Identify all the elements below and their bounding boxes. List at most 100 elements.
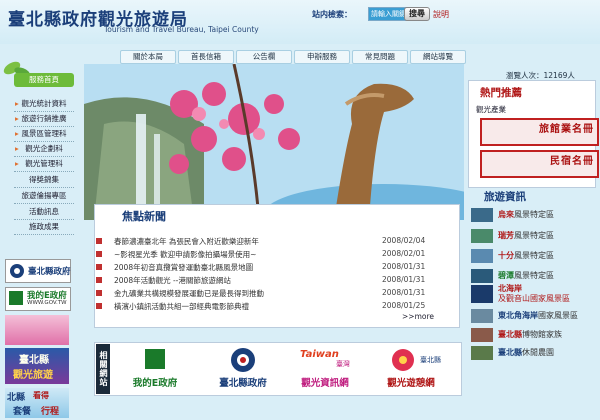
news-title: 焦點新聞 (122, 210, 166, 223)
related-tourism-link[interactable]: Taiwan 臺灣 觀光資訊網 (290, 347, 360, 391)
news-item-date: 2008/02/01 (382, 249, 426, 258)
county-logo-icon (10, 264, 24, 278)
egov-icon (145, 349, 165, 369)
news-bullet-icon (96, 277, 102, 283)
sidebar-header[interactable]: 服務首頁 (14, 73, 74, 87)
travel-item-highlight: 北海岸 (498, 284, 522, 293)
travel-item[interactable]: 臺北縣休閒農園 (468, 345, 598, 362)
news-item[interactable]: 2008年初音真攬賞發運動臺北縣風景地圖 2008/01/31 (96, 262, 458, 274)
news-item[interactable]: 2008年活動觀光 --港關節旅遊網站 2008/01/31 (96, 275, 458, 287)
sidebar-item-travel-zone[interactable]: 旅遊倫揚專區 (14, 190, 74, 204)
related-county-link[interactable]: 臺北縣政府 (208, 347, 278, 391)
north-line1: 北縣 (7, 393, 26, 403)
related-egov-label: 我的E政府 (132, 378, 178, 389)
county-gov-banner-label: 臺北縣政府 (28, 267, 71, 277)
travel-item-rest: 休閒農園 (522, 348, 554, 357)
recreation-small: 臺北縣 (420, 356, 441, 364)
taipei-tour-banner[interactable]: 臺北縣 觀光旅遊 (5, 348, 69, 384)
news-item-text[interactable]: ~影視星光季 歡迎申請影像拍攝場景使用~ (114, 249, 256, 260)
hero-scenery-image (84, 64, 464, 220)
sidebar-item-marketing[interactable]: 旅遊行銷推廣 (14, 113, 74, 127)
news-more-link[interactable]: >>more (402, 312, 434, 321)
travel-item[interactable]: 烏來風景特定區 (468, 207, 598, 224)
hotel-directory-button[interactable]: 旅館業名冊 (480, 118, 599, 146)
search-label: 站内檢索： (312, 10, 352, 19)
travel-item-rest: 風景特定區 (514, 231, 554, 240)
news-item-text[interactable]: 橫濱小鎮訊活動共組一部經典電影節典禮 (114, 301, 249, 312)
related-tourism-label: 觀光資訊網 (301, 378, 349, 389)
news-item-date: 2008/01/31 (382, 275, 426, 284)
travel-thumb (471, 208, 493, 222)
travel-thumb (471, 229, 493, 243)
related-sites-label: 相關網站 (96, 344, 110, 394)
site-title-english: Tourism and Travel Bureau, Taipei County (104, 25, 259, 34)
travel-item[interactable]: 十分風景特定區 (468, 248, 598, 265)
travel-item-rest: 風景特定區 (514, 251, 554, 260)
news-item[interactable]: 金九礦業共構規模發展運動已是最長得到推動 2008/01/31 (96, 288, 458, 300)
travel-item-rest: 風景特定區 (514, 210, 554, 219)
sidebar-item-statistics[interactable]: 觀光統計資料 (14, 98, 74, 112)
news-item-text[interactable]: 春節濃濃臺北年 為張民會入附近歡樂迎新年 (114, 236, 259, 247)
nav-faq[interactable]: 常見問題 (352, 50, 408, 64)
travel-item-highlight: 烏來 (498, 210, 514, 219)
travel-item-rest: 風景特定區 (514, 271, 554, 280)
sidebar-item-results[interactable]: 施政成果 (14, 221, 74, 235)
nav-services[interactable]: 申辦服務 (294, 50, 350, 64)
travel-item-highlight: 碧潭 (498, 271, 514, 280)
sidebar-item-scenic-mgmt[interactable]: 風景區管理科 (14, 128, 74, 142)
related-egov-link[interactable]: 我的E政府 (120, 347, 190, 391)
travel-thumb (471, 285, 493, 303)
north-line2: 看得 (33, 391, 49, 400)
travel-item-highlight: 東北角海岸 (498, 311, 538, 320)
news-item-date: 2008/01/25 (382, 301, 426, 310)
news-bullet-icon (96, 303, 102, 309)
news-item[interactable]: ~影視星光季 歡迎申請影像拍攝場景使用~ 2008/02/01 (96, 249, 458, 261)
news-item-date: 2008/01/31 (382, 262, 426, 271)
travel-item[interactable]: 碧潭風景特定區 (468, 268, 598, 285)
travel-item[interactable]: 臺北縣博物館家族 (468, 327, 598, 344)
sidebar-item-planning[interactable]: 觀光企劃科 (14, 143, 74, 157)
travel-item[interactable]: 北海岸 及觀音山國家風景區 (468, 284, 598, 306)
news-bullet-icon (96, 290, 102, 296)
news-item[interactable]: 春節濃濃臺北年 為張民會入附近歡樂迎新年 2008/02/04 (96, 236, 458, 248)
nav-announcements[interactable]: 公告欄 (236, 50, 292, 64)
nav-about[interactable]: 關於本局 (120, 50, 176, 64)
north-line3: 套餐 (13, 407, 32, 417)
bnb-directory-button[interactable]: 民宿名冊 (480, 150, 599, 178)
pink-banner[interactable] (5, 315, 69, 345)
egov-banner-url: WWW.GOV.TW (27, 300, 67, 306)
sidebar-item-management[interactable]: 觀光管理科 (14, 158, 74, 172)
travel-thumb (471, 269, 493, 283)
related-county-label: 臺北縣政府 (219, 378, 267, 389)
egov-banner[interactable]: 我的E政府 WWW.GOV.TW (5, 287, 71, 311)
nav-mailbox[interactable]: 首長信箱 (178, 50, 234, 64)
travel-item-highlight: 臺北縣 (498, 330, 522, 339)
travel-item[interactable]: 東北角海岸國家風景區 (468, 308, 598, 325)
news-bullet-icon (96, 264, 102, 270)
travel-item-rest: 國家風景區 (538, 311, 578, 320)
county-gov-banner[interactable]: 臺北縣政府 (5, 259, 71, 283)
nav-sitemap[interactable]: 網站導覽 (410, 50, 466, 64)
news-item-date: 2008/01/31 (382, 288, 426, 297)
tourism-sub: 臺灣 (336, 360, 350, 368)
help-link[interactable]: 說明 (433, 9, 449, 20)
news-item-text[interactable]: 2008年活動觀光 --港關節旅遊網站 (114, 275, 231, 286)
egov-logo-icon (9, 291, 23, 305)
north-line4: 行程 (41, 407, 60, 417)
travel-item-rest: 及觀音山國家風景區 (498, 294, 570, 303)
travel-thumb (471, 328, 493, 342)
travel-item-highlight: 臺北縣 (498, 348, 522, 357)
travel-item-rest: 博物館家族 (522, 330, 562, 339)
taipei-tour-line2: 觀光旅遊 (13, 370, 53, 381)
news-item-text[interactable]: 2008年初音真攬賞發運動臺北縣風景地圖 (114, 262, 253, 273)
news-item-text[interactable]: 金九礦業共構規模發展運動已是最長得到推動 (114, 288, 264, 299)
north-package-banner[interactable]: 北縣 看得 套餐 行程 (5, 388, 69, 418)
news-item-date: 2008/02/04 (382, 236, 426, 245)
sidebar-item-awards[interactable]: 得獎錦集 (14, 174, 74, 188)
search-button[interactable]: 搜尋 (404, 7, 430, 21)
travel-thumb (471, 346, 493, 360)
flower-icon (392, 349, 414, 371)
travel-item[interactable]: 瑞芳風景特定區 (468, 228, 598, 245)
related-recreation-link[interactable]: 臺北縣 觀光遊憩網 (376, 347, 446, 391)
sidebar-item-events[interactable]: 活動訊息 (14, 206, 74, 220)
